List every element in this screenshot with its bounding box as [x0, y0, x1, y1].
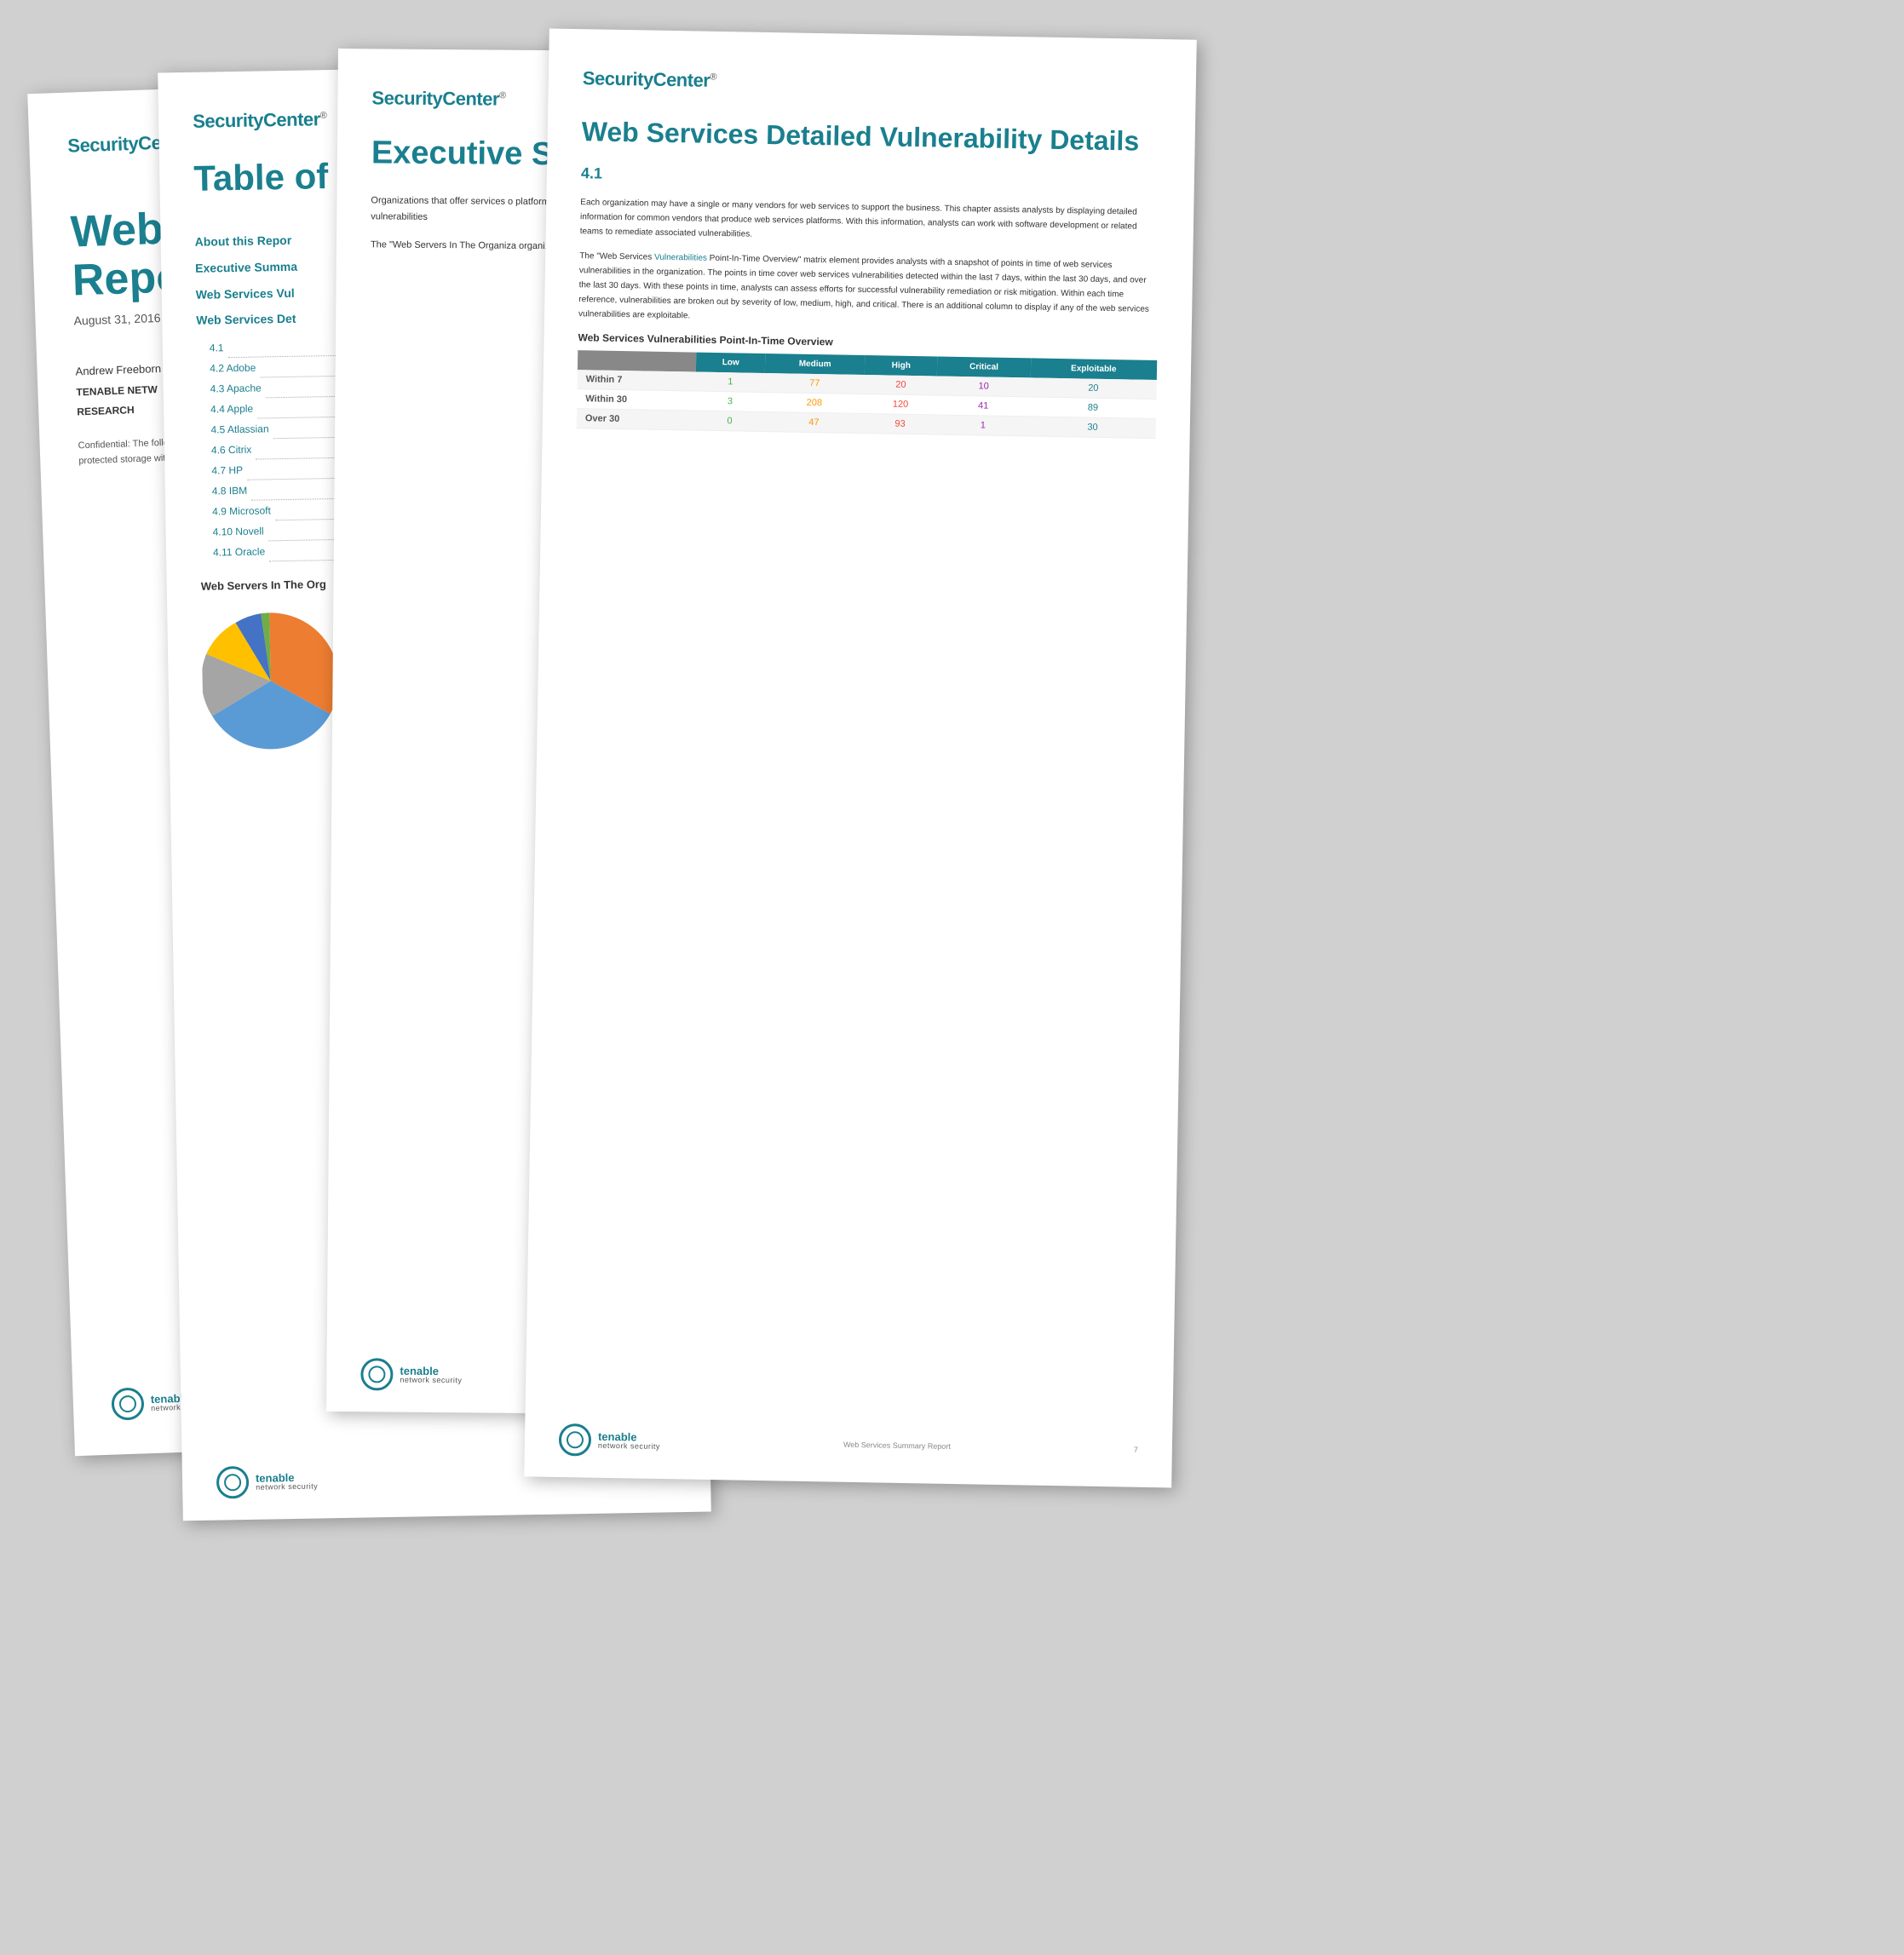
exec-tenable-brand-text: tenable network security	[400, 1366, 462, 1385]
detail-tenable-logo: tenable network security	[559, 1423, 661, 1458]
detail-tenable-sub: network security	[598, 1442, 660, 1451]
toc-sub-label-hp: 4.7 HP	[211, 460, 243, 481]
row-low-over30: 0	[695, 411, 764, 431]
detail-section: 4.1	[581, 165, 1160, 193]
vulnerability-table: Low Medium High Critical Exploitable Wit…	[577, 351, 1158, 440]
table-header-critical: Critical	[937, 357, 1030, 378]
detail-tenable-circle-inner-icon	[567, 1431, 584, 1448]
toc-sub-label-oracle: 4.11 Oracle	[213, 542, 266, 563]
toc-sub-label-ibm: 4.8 IBM	[212, 480, 248, 502]
tenable-circle-icon	[111, 1387, 144, 1420]
table-header-exploitable: Exploitable	[1030, 359, 1157, 381]
detail-footer-center: Web Services Summary Report	[843, 1440, 951, 1451]
detail-footer-page: 7	[1134, 1446, 1138, 1454]
table-header-empty	[578, 351, 697, 372]
detail-tenable-brand-text: tenable network security	[598, 1431, 660, 1451]
detail-tenable-circle-icon	[559, 1423, 592, 1457]
detail-table-title: Web Services Vulnerabilities Point-In-Ti…	[578, 332, 1157, 354]
row-high-over30: 93	[864, 414, 937, 434]
exec-logo-text: SecurityCenter	[371, 87, 499, 109]
toc-sub-label-atlassian: 4.5 Atlassian	[210, 419, 268, 440]
row-exploitable-over30: 30	[1029, 417, 1156, 439]
row-critical-over30: 1	[936, 415, 1029, 436]
row-medium-within7: 77	[765, 373, 865, 394]
toc-sub-label-41: 4.1	[210, 337, 224, 358]
toc-tenable-brand-text: tenable network security	[256, 1472, 318, 1492]
row-label-within7: Within 7	[578, 371, 697, 392]
toc-sub-label-apple: 4.4 Apple	[210, 399, 253, 420]
detail-para1: Each organization may have a single or m…	[580, 196, 1160, 250]
detail-para2: The "Web Services Vulnerabilities Point-…	[578, 250, 1159, 332]
row-label-over30: Over 30	[577, 409, 696, 430]
cover-author-dept: RESEARCH	[77, 404, 135, 417]
row-exploitable-within7: 20	[1030, 378, 1157, 400]
cover-author-company: TENABLE NETW	[76, 383, 158, 398]
toc-tenable-circle-icon	[216, 1466, 250, 1499]
toc-sub-label-novell: 4.10 Novell	[212, 521, 263, 543]
exec-logo-tm: ®	[499, 90, 506, 101]
toc-sub-label-apache: 4.3 Apache	[210, 378, 261, 400]
row-medium-within30: 208	[764, 393, 864, 414]
toc-tenable-sub: network security	[256, 1483, 318, 1492]
toc-sub-label-citrix: 4.6 Citrix	[211, 440, 252, 461]
toc-tenable-logo: tenable network security	[216, 1465, 319, 1499]
row-critical-within30: 41	[936, 395, 1029, 417]
detail-page: SecurityCenter® Web Services Detailed Vu…	[524, 28, 1197, 1487]
row-low-within30: 3	[695, 391, 764, 411]
tenable-circle-inner-icon	[119, 1395, 137, 1413]
row-medium-over30: 47	[764, 412, 864, 434]
detail-logo-tm: ®	[710, 72, 716, 82]
detail-logo: SecurityCenter®	[583, 67, 1162, 100]
toc-tenable-circle-inner-icon	[224, 1474, 241, 1491]
row-exploitable-within30: 89	[1030, 397, 1157, 419]
row-low-within7: 1	[696, 372, 765, 393]
toc-sub-label-microsoft: 4.9 Microsoft	[212, 500, 271, 521]
toc-logo-text: SecurityCenter	[193, 108, 320, 132]
row-high-within30: 120	[864, 394, 937, 415]
exec-tenable-circle-inner-icon	[368, 1366, 385, 1383]
row-label-within30: Within 30	[577, 389, 696, 411]
toc-logo-tm: ®	[320, 111, 327, 121]
detail-logo-text: SecurityCenter	[583, 67, 710, 91]
table-header-medium: Medium	[765, 354, 865, 375]
toc-sub-label-adobe: 4.2 Adobe	[210, 358, 256, 379]
table-header-high: High	[865, 355, 938, 376]
row-high-within7: 20	[864, 375, 937, 395]
exec-tenable-logo: tenable network security	[360, 1358, 462, 1391]
detail-footer: tenable network security Web Services Su…	[559, 1423, 1139, 1466]
row-critical-within7: 10	[937, 377, 1030, 397]
exec-tenable-circle-icon	[360, 1358, 393, 1390]
exec-tenable-sub: network security	[400, 1377, 462, 1385]
table-header-low: Low	[696, 353, 765, 373]
detail-title: Web Services Detailed Vulnerability Deta…	[581, 115, 1161, 158]
